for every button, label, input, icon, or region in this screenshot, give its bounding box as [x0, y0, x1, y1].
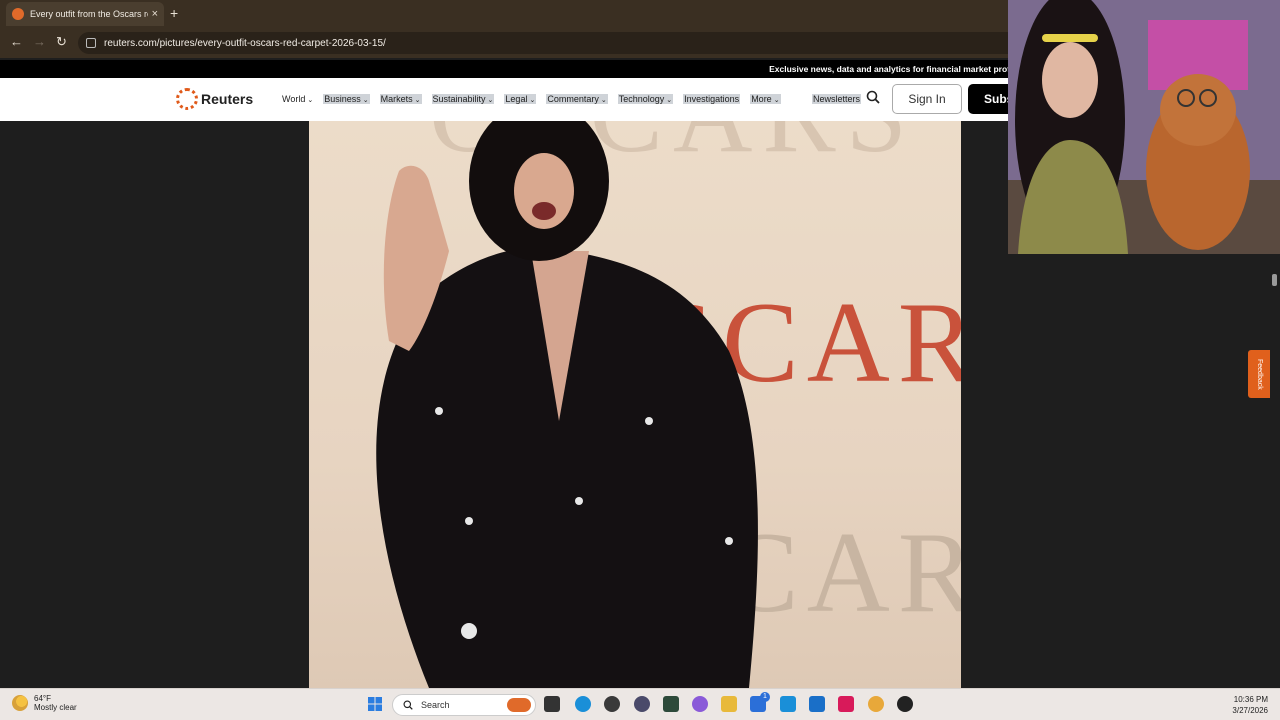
file-explorer-icon[interactable] — [721, 696, 737, 712]
chevron-down-icon: ⌄ — [529, 97, 536, 104]
nav-item-legal[interactable]: Legal ⌄ — [504, 94, 537, 104]
notification-badge: 1 — [760, 692, 770, 702]
nav-item-markets[interactable]: Markets ⌄ — [379, 94, 422, 104]
browser-tab[interactable]: Every outfit from the Oscars re × — [6, 2, 164, 26]
red-carpet-photo-illustration: OSCARS OSCARS OSCARS — [376, 121, 961, 688]
site-info-icon[interactable] — [86, 38, 96, 48]
nav-item-technology[interactable]: Technology ⌄ — [617, 94, 674, 104]
4k-app-icon[interactable] — [897, 696, 913, 712]
feedback-tab[interactable]: Feedback — [1248, 350, 1270, 398]
reuters-favicon-icon — [12, 8, 24, 20]
app-icon-3[interactable] — [780, 696, 796, 712]
reuters-logo[interactable]: Reuters — [176, 88, 253, 110]
search-highlight-icon — [507, 698, 531, 712]
clock-time: 10:36 PM — [1233, 695, 1268, 704]
article-photo[interactable]: OSCARS OSCARS OSCARS — [309, 121, 961, 688]
webcam-feed-illustration — [1008, 0, 1280, 254]
taskbar-search-label: Search — [421, 700, 450, 710]
chevron-down-icon: ⌄ — [362, 97, 369, 104]
app-icon-2[interactable] — [634, 696, 650, 712]
weather-condition: Mostly clear — [34, 703, 77, 712]
outlook-icon[interactable] — [809, 696, 825, 712]
chrome-icon[interactable] — [868, 696, 884, 712]
forward-arrow-icon[interactable]: → — [33, 34, 46, 49]
nav-item-sustainability[interactable]: Sustainability ⌄ — [431, 94, 495, 104]
newsletters-link[interactable]: Newsletters — [812, 94, 862, 104]
scrollbar-thumb[interactable] — [1272, 274, 1277, 286]
reuters-logo-icon — [176, 88, 198, 110]
search-icon[interactable] — [866, 90, 880, 104]
copilot-icon[interactable] — [692, 696, 708, 712]
new-tab-button[interactable]: + — [170, 5, 178, 21]
chevron-down-icon: ⌄ — [414, 97, 421, 104]
taskbar-search[interactable]: Search — [392, 694, 536, 716]
tiktok-icon[interactable] — [838, 696, 854, 712]
webcam-overlay — [1008, 0, 1280, 254]
open-mouth — [532, 202, 556, 220]
clock-date: 3/27/2026 — [1232, 706, 1268, 715]
terminal-icon[interactable] — [663, 696, 679, 712]
moon-weather-icon — [12, 695, 28, 711]
chevron-down-icon: ⌄ — [600, 97, 607, 104]
chevron-down-icon: ⌄ — [666, 97, 673, 104]
reload-icon[interactable]: ↻ — [56, 34, 67, 50]
task-view-icon[interactable] — [544, 696, 560, 712]
main-nav: World ⌄ Business ⌄ Markets ⌄ Sustainability… — [282, 94, 791, 104]
sign-in-button[interactable]: Sign In — [892, 84, 962, 114]
system-clock[interactable]: 10:36 PM 3/27/2026 — [1232, 694, 1268, 716]
close-tab-icon[interactable]: × — [152, 8, 158, 20]
edge-browser-icon[interactable] — [575, 696, 591, 712]
search-icon — [403, 700, 413, 710]
windows-start-icon[interactable] — [367, 696, 383, 712]
chevron-down-icon: ⌄ — [487, 97, 494, 104]
taskbar: 64°F Mostly clear Search 1 10:36 PM 3/27… — [0, 688, 1280, 720]
nav-item-more[interactable]: More ⌄ — [750, 94, 781, 104]
chevron-down-icon: ⌄ — [307, 97, 314, 104]
tab-title: Every outfit from the Oscars re — [30, 9, 148, 19]
url-text: reuters.com/pictures/every-outfit-oscars… — [104, 37, 386, 49]
weather-temp: 64°F — [34, 694, 51, 703]
nav-item-business[interactable]: Business ⌄ — [323, 94, 370, 104]
logo-text: Reuters — [201, 91, 254, 107]
weather-widget[interactable]: 64°F Mostly clear — [12, 694, 77, 712]
app-icon-1[interactable] — [604, 696, 620, 712]
nav-item-investigations[interactable]: Investigations — [683, 94, 741, 104]
chevron-down-icon: ⌄ — [773, 97, 780, 104]
back-arrow-icon[interactable]: ← — [10, 34, 23, 49]
nav-item-world[interactable]: World ⌄ — [282, 94, 313, 104]
nav-item-commentary[interactable]: Commentary ⌄ — [546, 94, 608, 104]
